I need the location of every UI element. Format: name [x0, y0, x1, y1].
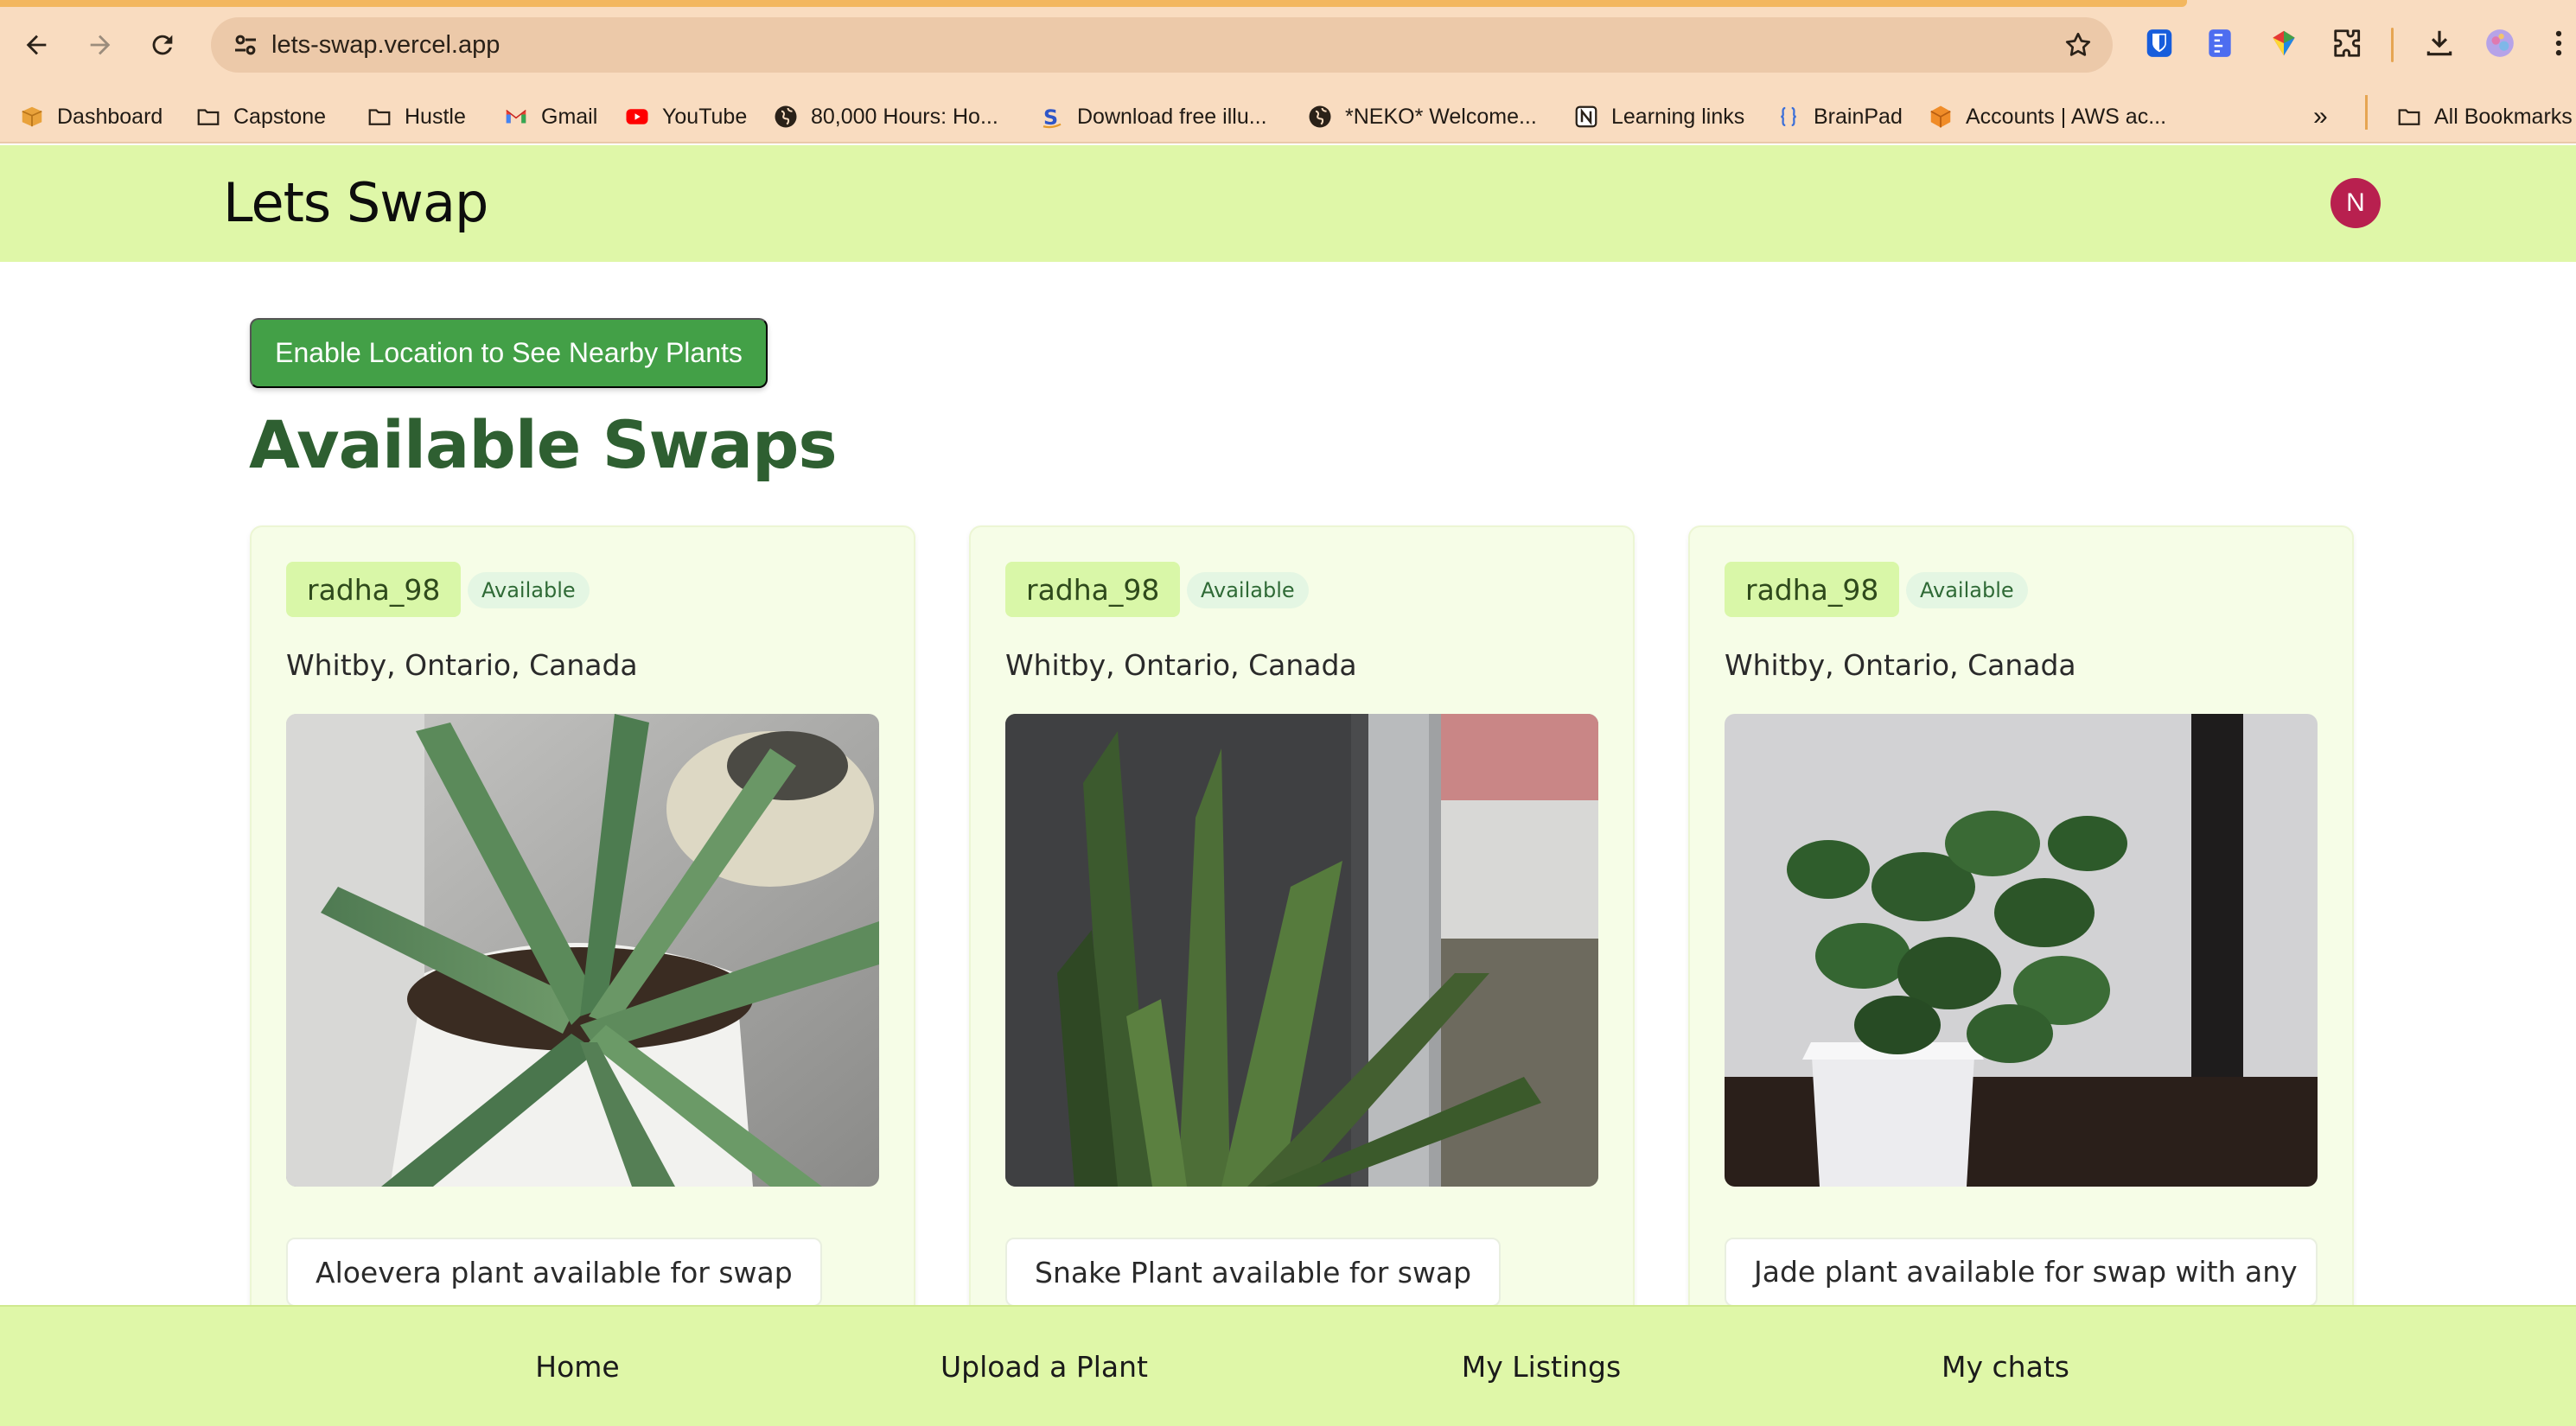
more-bookmarks-button[interactable]: »: [2313, 90, 2328, 143]
notion-icon: [1573, 104, 1599, 130]
bookmark-brainpad[interactable]: BrainPad: [1776, 90, 1903, 143]
nav-my-chats[interactable]: My chats: [1942, 1307, 2069, 1426]
reload-icon: [152, 35, 173, 55]
bookmarks-bar: Dashboard Capstone Hustle Gmail YouTube …: [0, 90, 2576, 143]
bookmark-star-icon[interactable]: [2063, 29, 2094, 60]
listing-location: Whitby, Ontario, Canada: [1725, 648, 2076, 682]
back-button[interactable]: [12, 21, 61, 69]
back-arrow-icon: [26, 35, 47, 55]
bookmark-label: All Bookmarks: [2434, 104, 2573, 129]
bookmark-capstone[interactable]: Capstone: [195, 90, 326, 143]
listing-description: Snake Plant available for swap: [1005, 1238, 1502, 1307]
app-header: Lets Swap N: [0, 145, 2576, 262]
profile-avatar-icon[interactable]: [2483, 26, 2517, 60]
reload-button[interactable]: [138, 21, 187, 69]
ruler-extension-icon[interactable]: [2203, 26, 2237, 60]
listing-description: Jade plant available for swap with any: [1725, 1238, 2318, 1307]
site-settings-icon[interactable]: [230, 29, 261, 60]
user-avatar[interactable]: N: [2331, 178, 2381, 228]
bookmark-label: Learning links: [1611, 104, 1745, 129]
listing-card[interactable]: radha_98 Available Whitby, Ontario, Cana…: [969, 525, 1635, 1426]
aloe-vera-photo[interactable]: [286, 714, 879, 1187]
bookmark-label: *NEKO* Welcome...: [1345, 104, 1537, 129]
bookmark-dashboard[interactable]: Dashboard: [19, 90, 163, 143]
listing-description: Aloevera plant available for swap: [286, 1238, 822, 1307]
folder-icon: [195, 104, 221, 130]
bookmark-label: Capstone: [233, 104, 327, 129]
extensions-puzzle-icon[interactable]: [2331, 26, 2365, 60]
bookmark-80000-hours[interactable]: 80,000 Hours: Ho...: [773, 90, 998, 143]
s-logo-icon: S: [1039, 104, 1065, 130]
nav-upload-plant[interactable]: Upload a Plant: [940, 1307, 1148, 1426]
listing-location: Whitby, Ontario, Canada: [286, 648, 638, 682]
bookmark-label: YouTube: [662, 104, 748, 129]
status-badge: Available: [1906, 572, 2028, 608]
nav-home[interactable]: Home: [535, 1307, 619, 1426]
bookmark-label: 80,000 Hours: Ho...: [811, 104, 998, 129]
folder-icon: [367, 104, 392, 130]
globe-icon: [773, 104, 799, 130]
nav-my-listings[interactable]: My Listings: [1462, 1307, 1621, 1426]
color-picker-extension-icon[interactable]: [2267, 26, 2301, 60]
username-chip[interactable]: radha_98: [1725, 562, 1900, 617]
chevron-double-right-icon: »: [2313, 102, 2328, 131]
bookmark-gmail[interactable]: Gmail: [503, 90, 597, 143]
page-title: Available Swaps: [249, 406, 838, 483]
app-logo[interactable]: Lets Swap: [223, 171, 488, 234]
active-tab-accent: [0, 0, 2187, 7]
status-badge: Available: [1187, 572, 1309, 608]
listing-card[interactable]: radha_98 Available Whitby, Ontario, Cana…: [250, 525, 915, 1426]
jade-plant-photo[interactable]: [1725, 714, 2318, 1187]
bookmark-label: BrainPad: [1814, 104, 1903, 129]
bookmark-label: Dashboard: [57, 104, 163, 129]
snake-plant-photo[interactable]: [1005, 714, 1598, 1187]
status-badge: Available: [468, 572, 590, 608]
browser-toolbar: lets-swap.vercel.app: [0, 0, 2576, 90]
bookmark-learning-links[interactable]: Learning links: [1573, 90, 1744, 143]
box-icon: [19, 104, 45, 130]
address-bar[interactable]: lets-swap.vercel.app: [211, 17, 2113, 73]
globe-icon: [1307, 104, 1333, 130]
all-bookmarks-folder[interactable]: All Bookmarks: [2396, 90, 2573, 143]
bottom-nav: Home Upload a Plant My Listings My chats: [0, 1305, 2576, 1426]
aws-cube-icon: [1928, 104, 1954, 130]
username-chip[interactable]: radha_98: [1005, 562, 1181, 617]
bookmark-label: Accounts | AWS ac...: [1966, 104, 2167, 129]
bookmark-aws-accounts[interactable]: Accounts | AWS ac...: [1928, 90, 2166, 143]
enable-location-button[interactable]: Enable Location to See Nearby Plants: [250, 318, 768, 388]
forward-arrow-icon: [90, 35, 111, 55]
listing-location: Whitby, Ontario, Canada: [1005, 648, 1357, 682]
bookmark-download-free-illustrations[interactable]: S Download free illu...: [1039, 90, 1267, 143]
url-text[interactable]: lets-swap.vercel.app: [271, 17, 500, 73]
bookmark-hustle[interactable]: Hustle: [367, 90, 466, 143]
forward-button[interactable]: [76, 21, 124, 69]
bookmark-youtube[interactable]: YouTube: [624, 90, 747, 143]
braces-icon: [1776, 104, 1801, 130]
bookmarks-divider: [2365, 95, 2368, 130]
folder-icon: [2396, 104, 2422, 130]
listing-card[interactable]: radha_98 Available Whitby, Ontario, Cana…: [1688, 525, 2354, 1426]
bookmark-label: Hustle: [405, 104, 466, 129]
bookmark-label: Download free illu...: [1077, 104, 1267, 129]
toolbar-divider: [2391, 28, 2394, 62]
username-chip[interactable]: radha_98: [286, 562, 462, 617]
bitwarden-extension-icon[interactable]: [2142, 26, 2177, 60]
bookmark-neko-welcome[interactable]: *NEKO* Welcome...: [1307, 90, 1537, 143]
download-icon[interactable]: [2422, 26, 2457, 60]
gmail-icon: [503, 104, 529, 130]
browser-menu-icon[interactable]: [2541, 26, 2576, 60]
youtube-icon: [624, 104, 650, 130]
bookmark-label: Gmail: [541, 104, 598, 129]
